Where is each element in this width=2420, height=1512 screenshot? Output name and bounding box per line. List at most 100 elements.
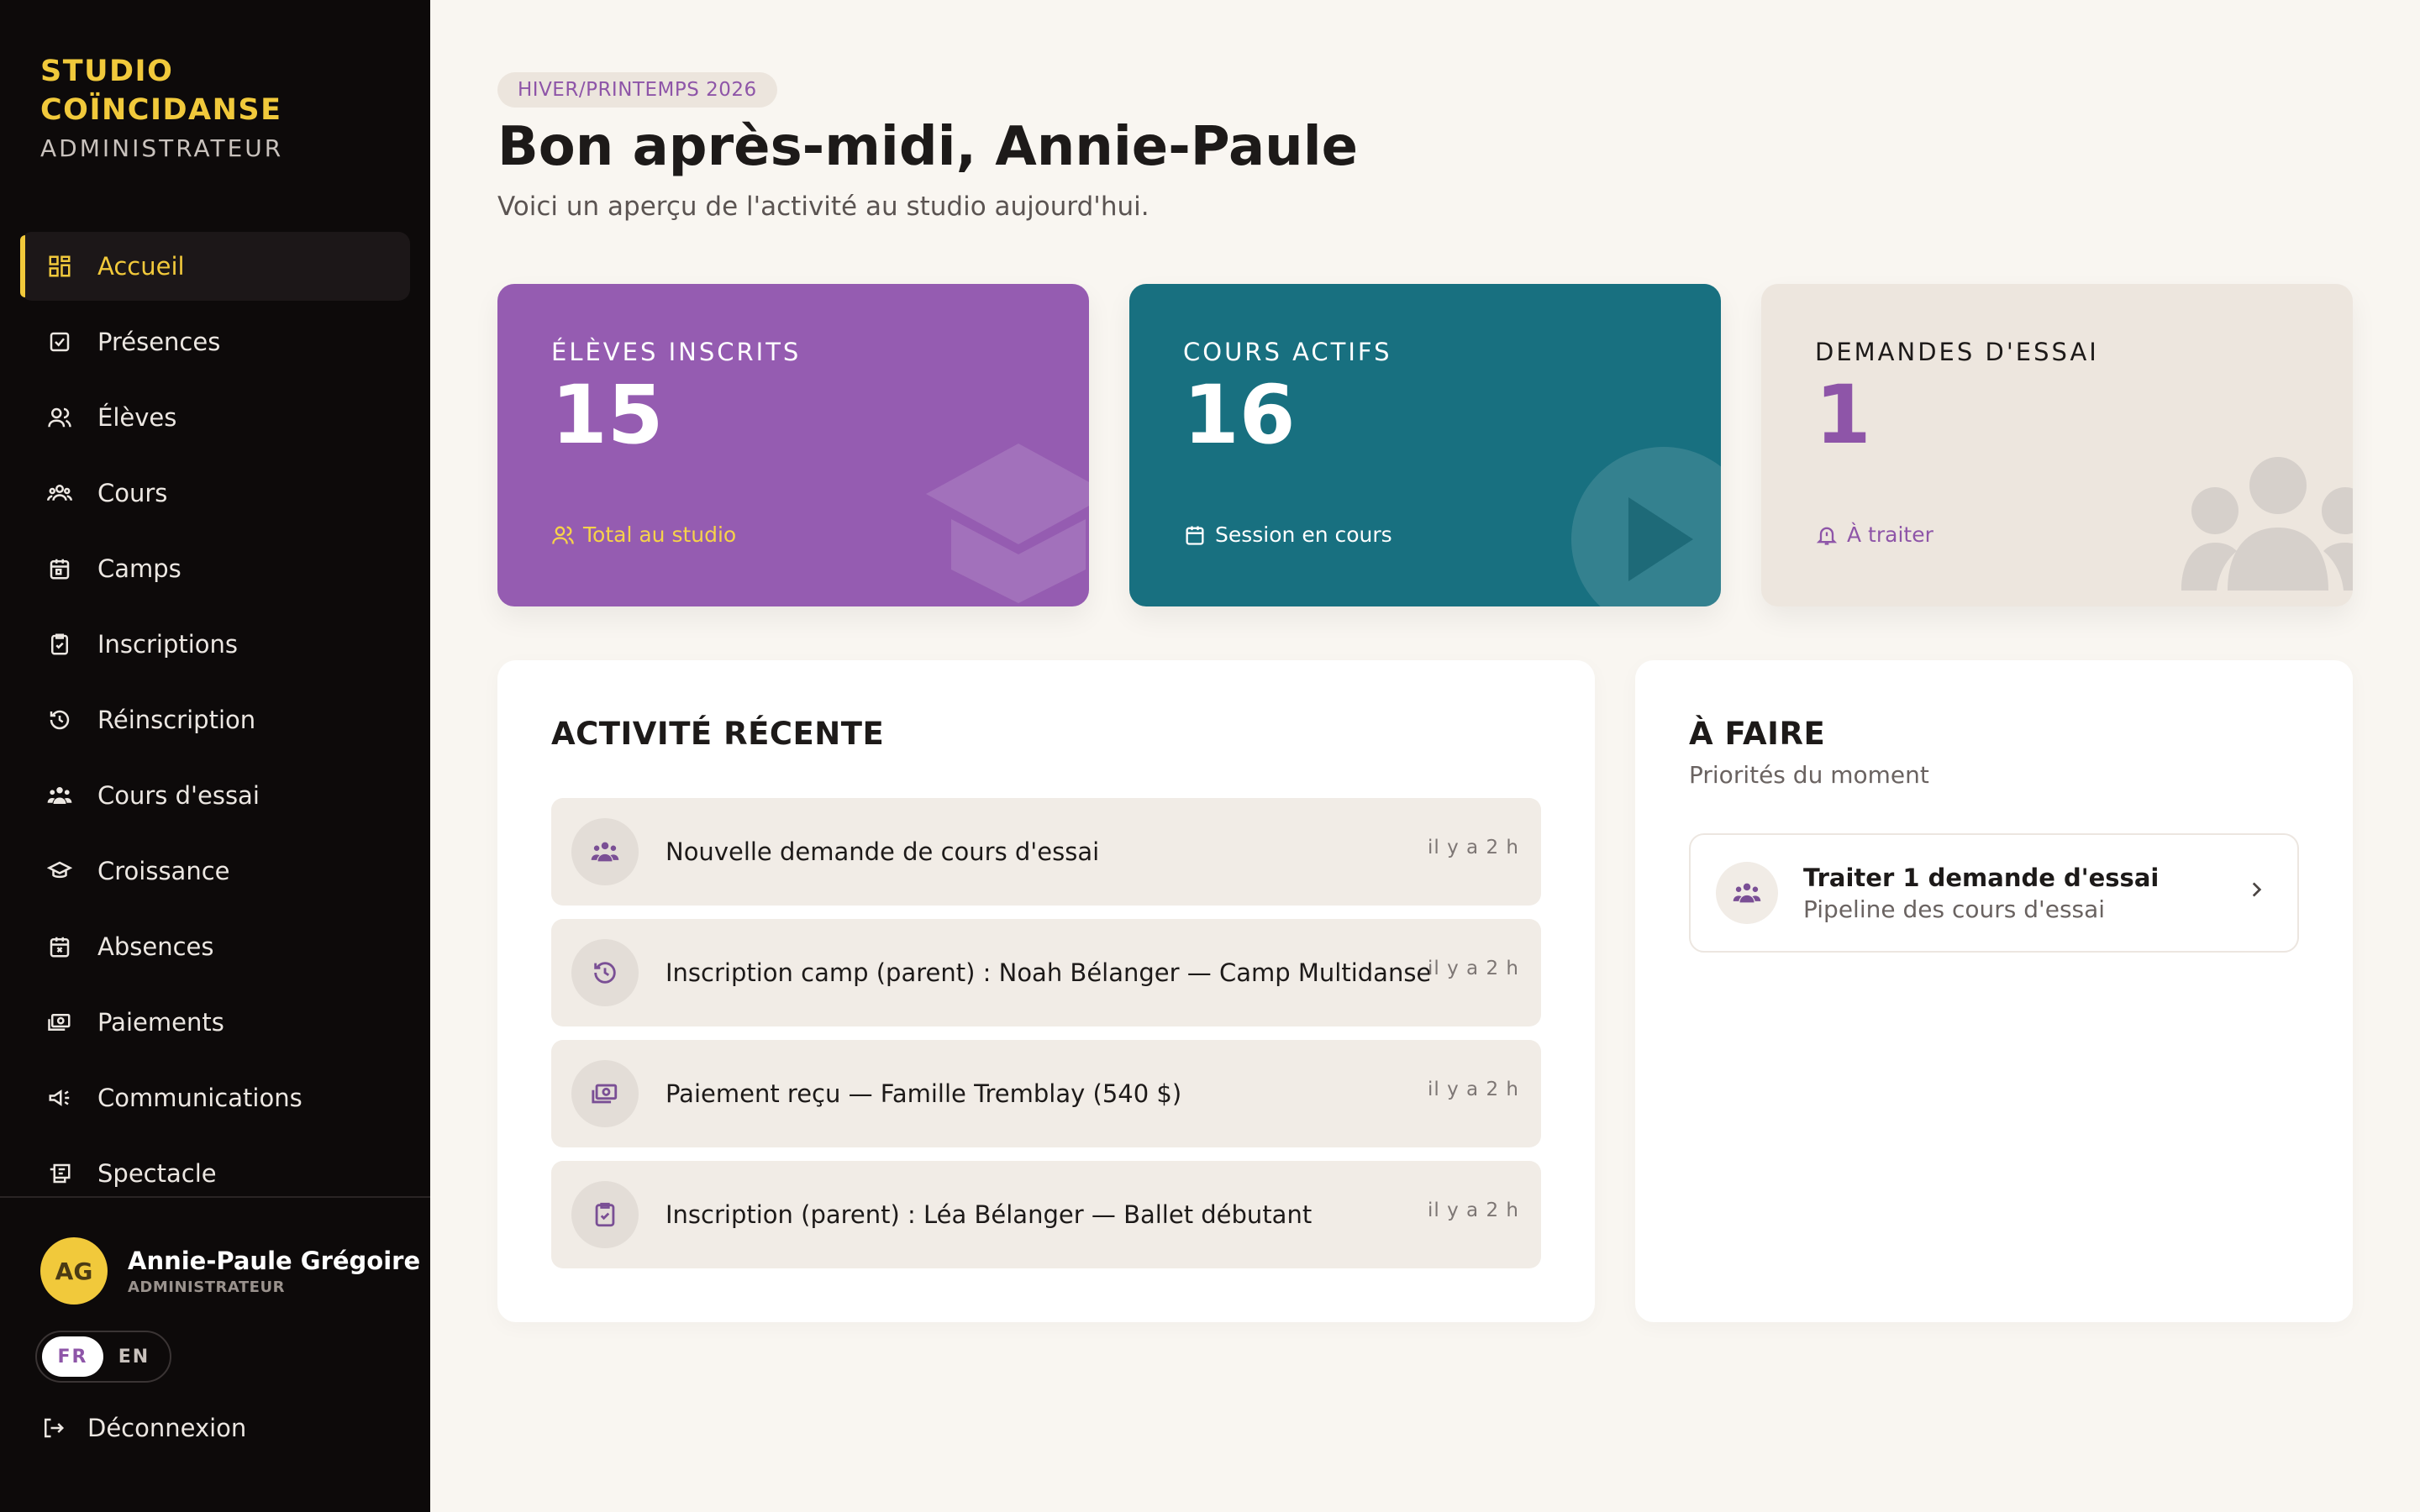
dashboard-icon — [49, 255, 71, 277]
sidebar-item-reinscription[interactable]: Réinscription — [20, 685, 410, 754]
stat-footer: Total au studio — [551, 522, 736, 547]
sidebar-nav: Accueil Présences Élèves Cours Camps Ins… — [20, 232, 410, 1215]
logout-label: Déconnexion — [87, 1414, 247, 1442]
history-icon — [50, 710, 70, 730]
sidebar-item-eleves[interactable]: Élèves — [20, 383, 410, 452]
logout-button[interactable]: Déconnexion — [40, 1414, 246, 1442]
calendar-icon — [1186, 526, 1204, 545]
user-role: ADMINISTRATEUR — [128, 1278, 285, 1296]
history-icon — [594, 962, 616, 984]
language-en-button[interactable]: EN — [103, 1336, 165, 1377]
card-title: À FAIRE — [1689, 716, 1826, 752]
activity-list: Nouvelle demande de cours d'essai il y a… — [551, 798, 1541, 1282]
people-group-icon — [2181, 457, 2353, 591]
sidebar-item-label: Accueil — [97, 252, 185, 281]
sidebar-item-inscriptions[interactable]: Inscriptions — [20, 610, 410, 679]
brand-role: ADMINISTRATEUR — [40, 134, 284, 162]
avatar: AG — [40, 1237, 108, 1305]
sidebar-item-communications[interactable]: Communications — [20, 1063, 410, 1132]
bell-icon — [1816, 527, 1838, 545]
sidebar-item-label: Communications — [97, 1084, 302, 1112]
stat-footer: Session en cours — [1183, 522, 1392, 547]
sidebar-item-label: Absences — [97, 932, 214, 961]
todo-card: À FAIRE Priorités du moment Traiter 1 de… — [1635, 660, 2353, 1322]
sidebar-item-label: Camps — [97, 554, 182, 583]
card-subtitle: Priorités du moment — [1689, 761, 1929, 789]
calendar-icon — [50, 559, 70, 580]
sidebar-item-label: Cours — [97, 479, 168, 507]
list-item[interactable]: Paiement reçu — Famille Tremblay (540 $)… — [551, 1040, 1541, 1147]
sidebar-item-accueil[interactable]: Accueil — [20, 232, 410, 301]
sidebar-item-label: Présences — [97, 328, 221, 356]
sidebar-divider — [0, 1196, 430, 1198]
page-title: Bon après-midi, Annie-Paule — [497, 116, 1359, 178]
money-icon — [48, 1014, 71, 1031]
sidebar-item-cours-essai[interactable]: Cours d'essai — [20, 761, 410, 830]
sidebar-item-label: Réinscription — [97, 706, 256, 734]
sidebar-item-label: Paiements — [97, 1008, 224, 1037]
stat-card-trial-requests[interactable]: DEMANDES D'ESSAI 1 À traiter — [1761, 284, 2353, 606]
people-group-icon — [1733, 883, 1761, 903]
stat-footer-label: À traiter — [1847, 522, 1933, 547]
stat-card-students[interactable]: ÉLÈVES INSCRITS 15 Total au studio — [497, 284, 1089, 606]
activity-text: Inscription camp (parent) : Noah Bélange… — [666, 958, 1432, 987]
calendar-x-icon — [50, 937, 70, 958]
list-item[interactable]: Nouvelle demande de cours d'essai il y a… — [551, 798, 1541, 906]
people-group-icon — [47, 787, 72, 804]
logout-icon — [45, 1418, 65, 1438]
language-toggle: FR EN — [35, 1331, 171, 1383]
sidebar-item-label: Cours d'essai — [97, 781, 260, 810]
activity-text: Nouvelle demande de cours d'essai — [666, 837, 1100, 866]
clipboard-check-icon — [595, 1202, 615, 1227]
brand: STUDIO COÏNCIDANSE ADMINISTRATEUR — [40, 52, 410, 162]
sidebar-item-cours[interactable]: Cours — [20, 459, 410, 528]
people-group-icon — [591, 842, 619, 862]
users-icon — [552, 526, 574, 544]
graduation-cap-icon — [926, 444, 1089, 603]
card-title: ACTIVITÉ RÉCENTE — [551, 716, 885, 752]
todo-title: Traiter 1 demande d'essai — [1803, 863, 2160, 892]
sidebar-item-label: Croissance — [97, 857, 230, 885]
user-profile[interactable]: AG Annie-Paule Grégoire ADMINISTRATEUR — [40, 1237, 420, 1305]
sidebar-item-label: Spectacle — [97, 1159, 217, 1188]
activity-time: il y a 2 h — [1428, 1200, 1519, 1221]
sidebar: STUDIO COÏNCIDANSE ADMINISTRATEUR Accuei… — [0, 0, 430, 1512]
check-square-icon — [50, 332, 70, 352]
sidebar-item-absences[interactable]: Absences — [20, 912, 410, 981]
sidebar-item-paiements[interactable]: Paiements — [20, 988, 410, 1057]
language-fr-button[interactable]: FR — [42, 1336, 103, 1377]
list-item[interactable]: Inscription camp (parent) : Noah Bélange… — [551, 919, 1541, 1026]
group-icon — [47, 485, 72, 501]
activity-text: Paiement reçu — Famille Tremblay (540 $) — [666, 1079, 1182, 1108]
activity-text: Inscription (parent) : Léa Bélanger — Ba… — [666, 1200, 1313, 1229]
sidebar-item-label: Inscriptions — [97, 630, 239, 659]
user-name: Annie-Paule Grégoire — [128, 1246, 421, 1275]
stat-label: COURS ACTIFS — [1183, 338, 1392, 366]
sidebar-item-croissance[interactable]: Croissance — [20, 837, 410, 906]
stat-footer: À traiter — [1815, 522, 1933, 547]
activity-time: il y a 2 h — [1428, 837, 1519, 858]
users-icon — [48, 407, 71, 428]
stat-footer-label: Total au studio — [583, 522, 737, 547]
sidebar-item-label: Élèves — [97, 403, 177, 432]
stat-card-courses[interactable]: COURS ACTIFS 16 Session en cours — [1129, 284, 1721, 606]
megaphone-icon — [49, 1089, 70, 1106]
recent-activity-card: ACTIVITÉ RÉCENTE Nouvelle demande de cou… — [497, 660, 1595, 1322]
graduation-cap-icon — [47, 861, 72, 879]
todo-item-trial-request[interactable]: Traiter 1 demande d'essai Pipeline des c… — [1689, 833, 2299, 953]
stat-footer-label: Session en cours — [1215, 522, 1392, 547]
season-badge: HIVER/PRINTEMPS 2026 — [497, 72, 777, 108]
stat-label: DEMANDES D'ESSAI — [1815, 338, 2099, 366]
activity-time: il y a 2 h — [1428, 1079, 1519, 1100]
ticket-icon — [50, 1163, 71, 1184]
page-subtitle: Voici un aperçu de l'activité au studio … — [497, 192, 1150, 222]
brand-name: STUDIO COÏNCIDANSE — [40, 55, 282, 127]
activity-time: il y a 2 h — [1428, 958, 1519, 979]
sidebar-item-camps[interactable]: Camps — [20, 534, 410, 603]
todo-subtitle: Pipeline des cours d'essai — [1803, 895, 2106, 923]
clipboard-check-icon — [51, 633, 68, 655]
stat-label: ÉLÈVES INSCRITS — [551, 338, 802, 366]
play-icon — [1571, 447, 1721, 606]
list-item[interactable]: Inscription (parent) : Léa Bélanger — Ba… — [551, 1161, 1541, 1268]
sidebar-item-presences[interactable]: Présences — [20, 307, 410, 376]
